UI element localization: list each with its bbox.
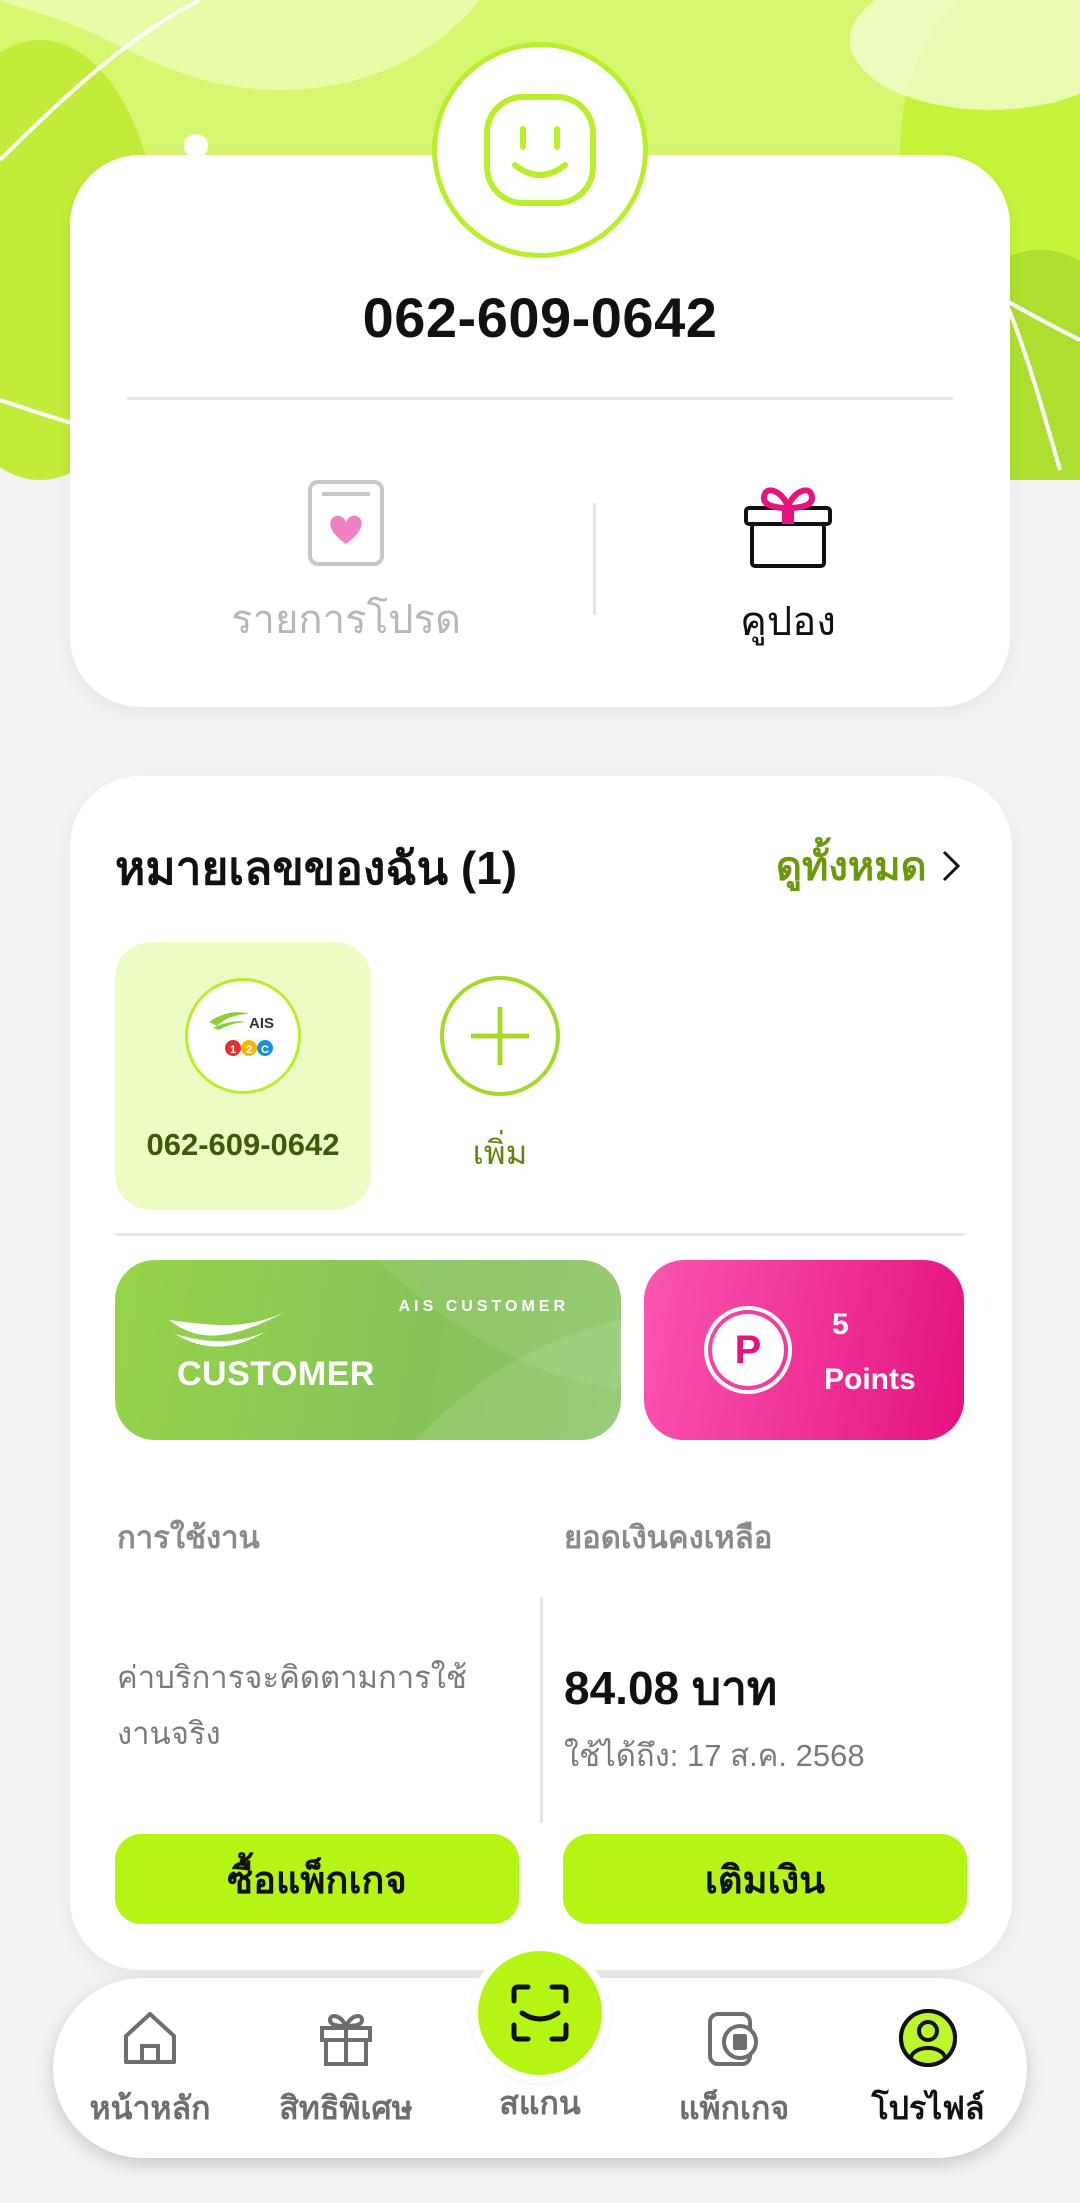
nav-privileges-label: สิทธิพิเศษ (279, 2090, 413, 2126)
my-numbers-title: หมายเลขของฉัน (1) (115, 842, 518, 894)
nav-home-label: หน้าหลัก (89, 2090, 211, 2126)
nav-privileges[interactable]: สิทธิพิเศษ (256, 2003, 436, 2134)
nav-packages-label: แพ็กเกจ (678, 2090, 790, 2126)
customer-card-small-label: AIS CUSTOMER (398, 1298, 569, 1315)
ais-logo: AIS 1 2 C (185, 978, 301, 1094)
balance-label: ยอดเงินคงเหลือ (564, 1520, 773, 1555)
nav-profile-label: โปรไฟล์ (871, 2090, 985, 2126)
favorites-button[interactable]: รายการโปรด (166, 478, 526, 651)
svg-text:2: 2 (246, 1044, 252, 1056)
customer-card-wave-decoration (169, 1260, 621, 1440)
customer-card[interactable]: AIS CUSTOMER CUSTOMER (115, 1260, 621, 1440)
profile-divider (127, 397, 953, 400)
nav-home[interactable]: หน้าหลัก (60, 2003, 240, 2134)
nav-scan-label: สแกน (499, 2085, 581, 2121)
number-tile-label: 062-609-0642 (146, 1127, 340, 1162)
see-all-label: ดูทั้งหมด (776, 845, 927, 889)
nav-packages[interactable]: แพ็กเกจ (644, 2003, 824, 2134)
nav-profile[interactable]: โปรไฟล์ (838, 2003, 1018, 2134)
gift-icon (744, 487, 832, 568)
points-unit: Points (824, 1363, 916, 1396)
points-value: 5 (832, 1308, 849, 1341)
points-card[interactable]: P 5 Points (644, 1260, 964, 1440)
scan-face-icon (511, 1984, 569, 2042)
profile-icon (899, 2009, 957, 2067)
home-icon (124, 2012, 176, 2064)
svg-text:AIS: AIS (249, 1015, 274, 1032)
smiley-face-icon (484, 94, 596, 206)
nav-scan-button[interactable] (470, 1943, 610, 2083)
favorites-label: รายการโปรด (231, 598, 461, 642)
add-number-circle (440, 976, 560, 1096)
number-tile[interactable]: AIS 1 2 C 062-609-0642 (115, 942, 371, 1210)
points-icon-letter: P (712, 1314, 784, 1386)
profile-phone-number: 062-609-0642 (362, 286, 718, 349)
svg-text:1: 1 (230, 1044, 236, 1056)
points-icon: P (704, 1306, 792, 1394)
numbers-divider (115, 1233, 965, 1236)
chevron-right-icon (942, 850, 960, 882)
balance-expiry: ใช้ได้ถึง: 17 ส.ค. 2568 (564, 1738, 865, 1773)
usage-balance-divider (540, 1597, 543, 1823)
balance-amount: 84.08 บาท (564, 1662, 778, 1714)
svg-text:C: C (261, 1044, 269, 1056)
gift-outline-icon (320, 2014, 372, 2066)
sim-package-icon (708, 2012, 758, 2066)
plus-icon (471, 1007, 529, 1065)
customer-card-label: CUSTOMER (177, 1355, 375, 1393)
add-number-label: เพิ่ม (472, 1134, 528, 1171)
buy-package-button[interactable]: ซื้อแพ็กเกจ (115, 1834, 519, 1924)
coupon-button[interactable]: คูปอง (608, 478, 968, 653)
see-all-link[interactable]: ดูทั้งหมด (776, 834, 961, 898)
usage-description: ค่าบริการจะคิดตามการใช้งานจริง (117, 1660, 467, 1751)
quick-actions-divider (593, 503, 596, 615)
ais-12call-logo-icon: AIS 1 2 C (209, 1012, 274, 1056)
top-up-button[interactable]: เติมเงิน (563, 1834, 967, 1924)
coupon-label: คูปอง (740, 600, 836, 644)
favorites-icon (308, 480, 384, 566)
avatar[interactable] (432, 42, 648, 258)
usage-label: การใช้งาน (117, 1520, 260, 1555)
add-number-button[interactable]: เพิ่ม (440, 976, 560, 1179)
